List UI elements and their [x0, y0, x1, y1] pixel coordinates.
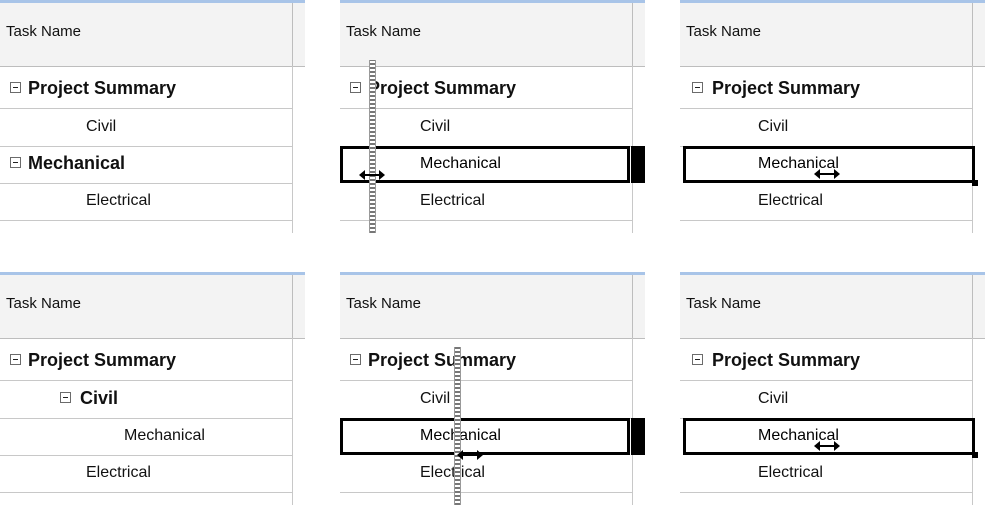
task-name: Project Summary: [712, 350, 861, 370]
collapse-box-icon[interactable]: [692, 82, 703, 93]
task-row[interactable]: Mechanical: [0, 418, 292, 456]
task-name: Project Summary: [712, 78, 861, 98]
task-row[interactable]: Project Summary: [0, 343, 292, 381]
task-name: Project Summary: [28, 350, 177, 370]
task-name: Mechanical: [420, 155, 501, 172]
collapse-box-icon[interactable]: [350, 354, 361, 365]
task-row[interactable]: Project Summary: [680, 71, 972, 109]
task-row[interactable]: Electrical: [340, 183, 632, 221]
task-row[interactable]: Civil: [680, 109, 972, 147]
column-header[interactable]: Task Name: [680, 3, 973, 67]
collapse-box-icon[interactable]: [10, 354, 21, 365]
column-header[interactable]: Task Name: [340, 275, 633, 339]
task-name: Mechanical: [28, 153, 126, 173]
drag-indicator-icon: [454, 347, 461, 505]
task-row[interactable]: Mechanical: [0, 146, 292, 184]
task-row[interactable]: Electrical: [0, 183, 292, 221]
task-name: Project Summary: [28, 78, 177, 98]
task-row[interactable]: Electrical: [680, 455, 972, 493]
resize-cursor-icon: [359, 170, 385, 180]
collapse-box-icon[interactable]: [10, 157, 21, 168]
panel-6: Task Name Project Summary Civil Mechanic…: [680, 272, 985, 505]
task-row[interactable]: Electrical: [340, 455, 632, 493]
task-row[interactable]: Civil: [340, 381, 632, 419]
task-row[interactable]: Project Summary: [0, 71, 292, 109]
task-name: Civil: [420, 118, 451, 135]
task-name: Civil: [420, 390, 451, 407]
column-header[interactable]: Task Name: [340, 3, 633, 67]
task-row[interactable]: Project Summary: [340, 71, 632, 109]
fill-handle[interactable]: [972, 180, 978, 186]
column-header-label: Task Name: [346, 23, 422, 40]
resize-cursor-icon: [814, 441, 840, 451]
collapse-box-icon[interactable]: [692, 354, 703, 365]
task-name: Civil: [86, 118, 117, 135]
task-name: Project Summary: [368, 78, 517, 98]
column-header-next: [633, 275, 645, 339]
task-name: Electrical: [758, 464, 823, 481]
task-name: Civil: [758, 390, 789, 407]
column-header-next: [633, 3, 645, 67]
resize-cursor-icon: [814, 169, 840, 179]
column-header-label: Task Name: [6, 23, 82, 40]
task-row[interactable]: Electrical: [0, 455, 292, 493]
panel-4: Task Name Project Summary Civil Mechanic…: [0, 272, 305, 505]
column-divider[interactable]: [292, 338, 293, 505]
task-name: Electrical: [758, 192, 823, 209]
column-header[interactable]: Task Name: [0, 3, 293, 67]
fill-handle[interactable]: [972, 452, 978, 458]
column-header-label: Task Name: [686, 23, 762, 40]
panel-2: Task Name Project Summary Civil Mechanic…: [340, 0, 645, 233]
task-name: Electrical: [420, 192, 485, 209]
selection-overflow: [631, 418, 645, 455]
panel-5: Task Name Project Summary Civil Mechanic…: [340, 272, 645, 505]
column-header[interactable]: Task Name: [680, 275, 973, 339]
column-header-next: [293, 275, 305, 339]
task-name: Civil: [80, 388, 119, 408]
task-row[interactable]: Civil: [0, 109, 292, 147]
column-header-label: Task Name: [686, 295, 762, 312]
collapse-box-icon[interactable]: [10, 82, 21, 93]
column-divider[interactable]: [292, 66, 293, 233]
resize-cursor-icon: [457, 450, 483, 460]
task-row[interactable]: Civil: [340, 109, 632, 147]
panel-3: Task Name Project Summary Civil Mechanic…: [680, 0, 985, 233]
column-header-next: [973, 275, 985, 339]
column-header[interactable]: Task Name: [0, 275, 293, 339]
task-row[interactable]: Civil: [0, 381, 292, 419]
task-row[interactable]: Project Summary: [680, 343, 972, 381]
column-header-next: [293, 3, 305, 67]
collapse-box-icon[interactable]: [350, 82, 361, 93]
task-name: Civil: [758, 118, 789, 135]
task-row[interactable]: Electrical: [680, 183, 972, 221]
column-header-label: Task Name: [6, 295, 82, 312]
task-name: Project Summary: [368, 350, 517, 370]
selected-task-row[interactable]: Mechanical: [340, 418, 630, 455]
column-header-label: Task Name: [346, 295, 422, 312]
task-name: Mechanical: [124, 427, 205, 444]
selection-overflow: [631, 146, 645, 183]
panel-1: Task Name Project Summary Civil Mechanic…: [0, 0, 305, 233]
task-name: Electrical: [420, 464, 485, 481]
collapse-box-icon[interactable]: [60, 392, 71, 403]
task-row[interactable]: Civil: [680, 381, 972, 419]
task-name: Electrical: [86, 464, 151, 481]
column-header-next: [973, 3, 985, 67]
drag-indicator-icon: [369, 60, 376, 233]
task-row[interactable]: Project Summary: [340, 343, 632, 381]
task-name: Electrical: [86, 192, 151, 209]
